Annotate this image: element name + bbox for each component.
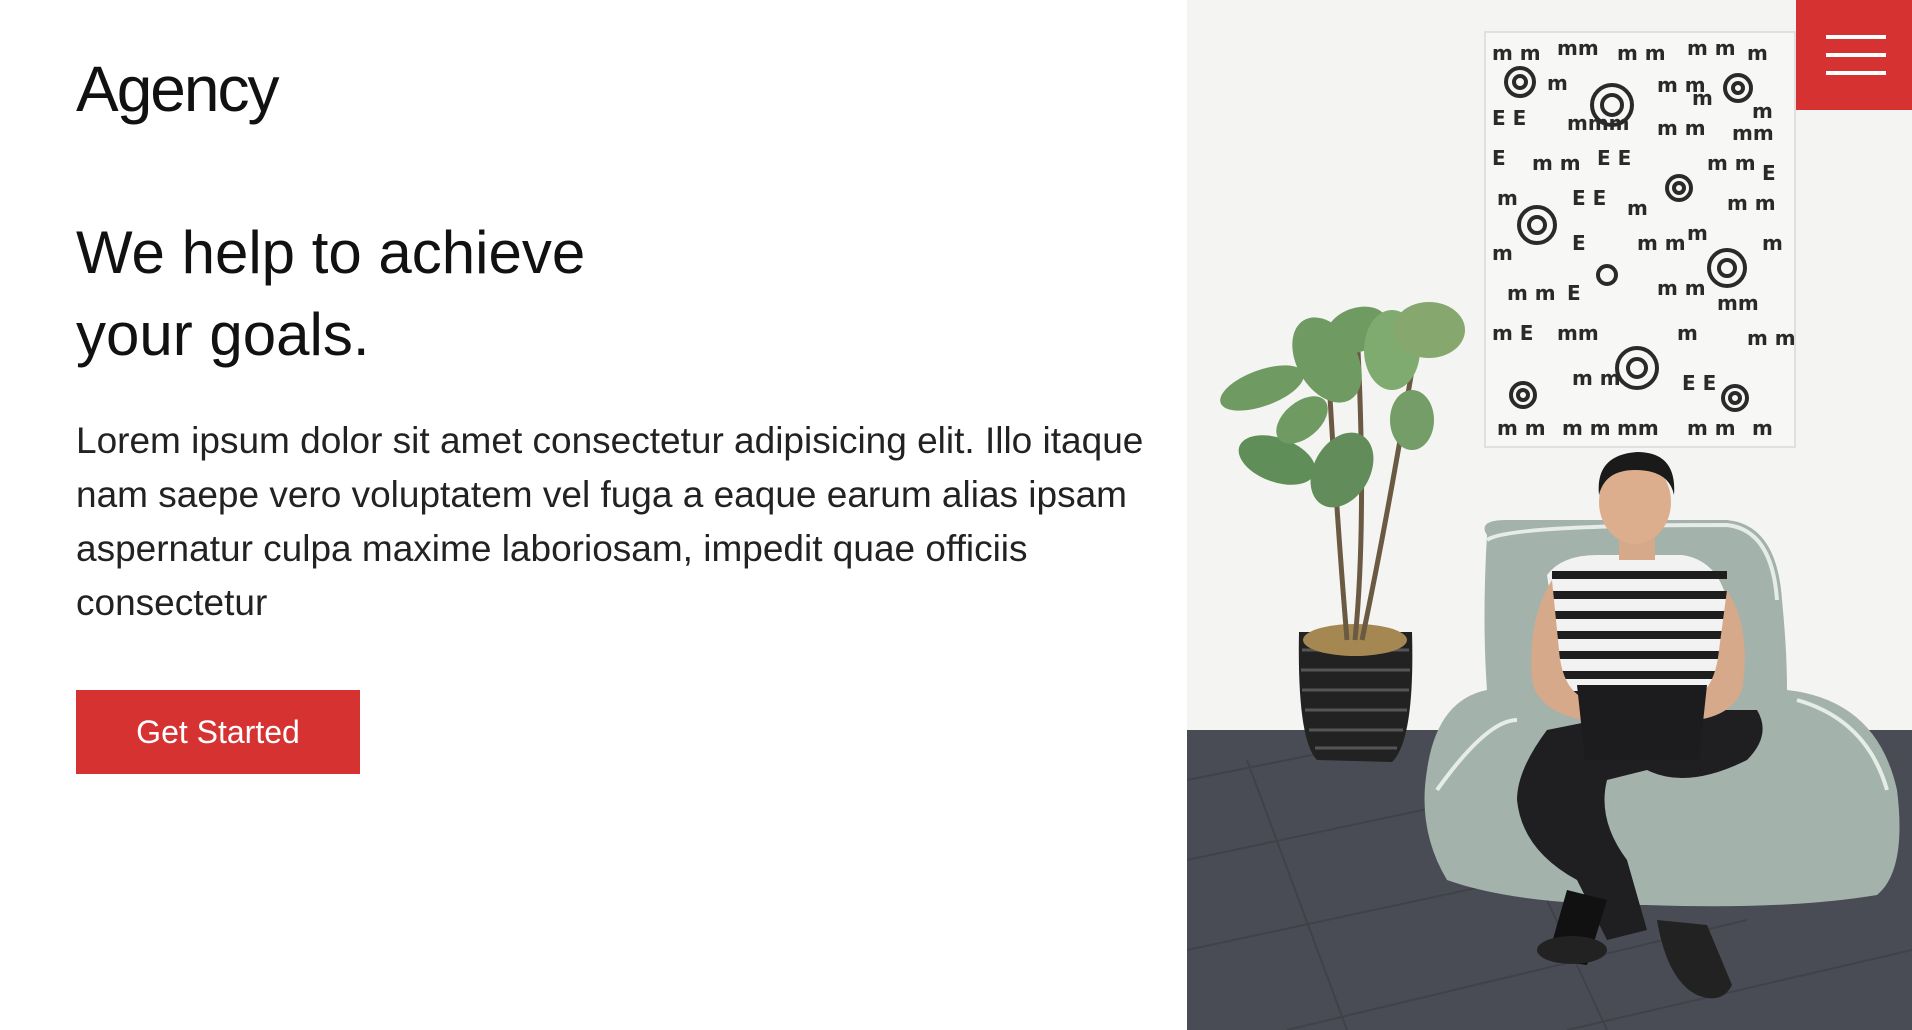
svg-text:m m: m m [1747, 326, 1796, 350]
svg-text:m m: m m [1497, 416, 1546, 440]
svg-text:mm: mm [1617, 416, 1659, 440]
svg-text:E: E [1567, 281, 1581, 305]
svg-text:m: m [1627, 196, 1648, 220]
hero-photo: m m mm m mm mm mm mmm E Emmm m m mm Em mE Em… [1187, 0, 1912, 1030]
svg-text:m m: m m [1572, 366, 1621, 390]
landing-page: Agency We help to achieve your goals. Lo… [0, 0, 1912, 1030]
hamburger-menu-icon [1826, 35, 1886, 39]
hamburger-menu-icon [1826, 71, 1886, 75]
get-started-button[interactable]: Get Started [76, 690, 360, 774]
svg-text:m m: m m [1637, 231, 1686, 255]
svg-text:m: m [1547, 71, 1568, 95]
headline-line-2: your goals. [76, 301, 370, 368]
hero-description: Lorem ipsum dolor sit amet consectetur a… [76, 420, 1144, 623]
svg-text:E E: E E [1572, 186, 1606, 210]
svg-text:m m: m m [1687, 36, 1736, 60]
svg-text:m: m [1692, 86, 1713, 110]
svg-text:E E: E E [1682, 371, 1716, 395]
svg-text:m: m [1752, 416, 1773, 440]
brand-logo[interactable]: Agency [76, 52, 279, 126]
svg-text:m: m [1677, 321, 1698, 345]
svg-text:mm: mm [1557, 321, 1599, 345]
svg-text:E: E [1762, 161, 1776, 185]
svg-text:m E: m E [1492, 321, 1533, 345]
svg-text:m m: m m [1657, 276, 1706, 300]
svg-text:mmm: mmm [1567, 111, 1630, 135]
svg-text:m m: m m [1707, 151, 1756, 175]
svg-text:m: m [1752, 99, 1773, 123]
svg-text:m: m [1497, 186, 1518, 210]
svg-text:m: m [1687, 221, 1708, 245]
svg-text:m m: m m [1617, 41, 1666, 65]
menu-button[interactable] [1796, 0, 1912, 110]
svg-text:mm: mm [1717, 291, 1759, 315]
svg-text:m: m [1747, 41, 1768, 65]
svg-text:E: E [1572, 231, 1586, 255]
hero-headline: We help to achieve your goals. [76, 212, 836, 376]
svg-text:m m: m m [1532, 151, 1581, 175]
svg-text:E: E [1492, 146, 1506, 170]
svg-text:E E: E E [1492, 106, 1526, 130]
hero-content: Agency We help to achieve your goals. Lo… [76, 0, 1176, 1030]
svg-text:m m: m m [1727, 191, 1776, 215]
hamburger-menu-icon [1826, 53, 1886, 57]
svg-text:m m: m m [1507, 281, 1556, 305]
svg-text:m m: m m [1687, 416, 1736, 440]
headline-line-1: We help to achieve [76, 219, 586, 286]
wall-art: m m mm m mm mm mm mmm E Emmm m m mm Em mE Em… [1484, 31, 1796, 448]
svg-text:m: m [1492, 241, 1513, 265]
svg-text:m m: m m [1562, 416, 1611, 440]
svg-text:mm: mm [1557, 36, 1599, 60]
svg-text:m: m [1762, 231, 1783, 255]
svg-text:m m: m m [1657, 116, 1706, 140]
svg-text:m m: m m [1492, 41, 1541, 65]
svg-text:E E: E E [1597, 146, 1631, 170]
svg-text:mm: mm [1732, 121, 1774, 145]
hero-illustration: m m mm m mm mm mm mmm E Emmm m m mm Em mE Em… [1187, 0, 1912, 1030]
